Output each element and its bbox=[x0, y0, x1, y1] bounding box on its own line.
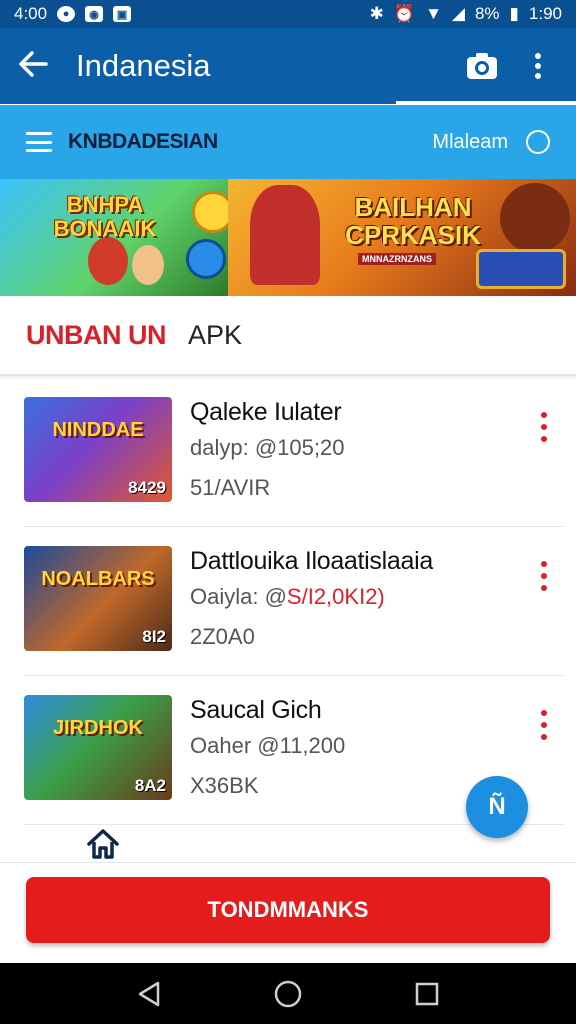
thumbnail-title: NOALBARS bbox=[41, 568, 155, 590]
primary-action-button[interactable]: TONDMMANKS bbox=[26, 877, 550, 943]
app-thumbnail[interactable]: JIRDHOK 8A2 bbox=[24, 695, 172, 800]
app-thumbnail[interactable]: NINDDAE 8429 bbox=[24, 397, 172, 502]
more-vert-dot bbox=[541, 573, 547, 579]
notification-icon: ● bbox=[57, 6, 76, 22]
thumbnail-badge: 8429 bbox=[128, 478, 166, 497]
hamburger-line bbox=[26, 140, 52, 144]
overflow-menu-button[interactable] bbox=[518, 46, 558, 86]
thumbnail-title: JIRDHOK bbox=[52, 717, 143, 739]
status-time-left: 4:00 bbox=[14, 4, 48, 23]
system-nav-bar bbox=[0, 963, 576, 1024]
back-button[interactable] bbox=[18, 49, 62, 83]
status-bar: 4:00 ● ◉ ▣ ✱ ⏰ ▼ ◢ 8% ▮ 1:90 bbox=[0, 0, 576, 28]
nav-recents-icon[interactable] bbox=[414, 981, 440, 1007]
app-meta: Oaher @11,200 bbox=[190, 733, 345, 759]
list-item[interactable]: NINDDAE 8429 Qaleke Iulater dalyp: @105;… bbox=[24, 378, 564, 527]
app-meta-text: Oaiyla: @ bbox=[190, 584, 287, 609]
wifi-icon: ▼ bbox=[425, 4, 442, 23]
more-vert-dot bbox=[541, 561, 547, 567]
banner-left-title: BNHPA BONAAIK bbox=[53, 192, 157, 241]
battery-percent: 8% bbox=[474, 4, 500, 23]
app-name[interactable]: Dattlouika Iloaatislaaia bbox=[190, 547, 433, 576]
more-vert-dot bbox=[541, 710, 547, 716]
app-thumbnail[interactable]: NOALBARS 8I2 bbox=[24, 546, 172, 651]
item-more-button[interactable] bbox=[540, 710, 548, 740]
banner-right[interactable]: BAILHAN CPRKASIK MNNAZRNZANS bbox=[228, 179, 576, 296]
hamburger-line bbox=[26, 132, 52, 135]
item-more-button[interactable] bbox=[540, 561, 548, 591]
banner-right-title: BAILHAN CPRKASIK bbox=[345, 192, 481, 250]
status-left: 4:00 ● ◉ ▣ bbox=[14, 4, 132, 24]
status-right: ✱ ⏰ ▼ ◢ 8% ▮ 1:90 bbox=[370, 4, 562, 24]
app-size: 51/AVIR bbox=[190, 475, 271, 500]
blue-orb-icon bbox=[186, 239, 226, 279]
banner-right-subtitle: MNNAZRNZANS bbox=[358, 253, 436, 265]
section-header: UNBAN UN APK bbox=[0, 296, 576, 376]
alarm-icon: ⏰ bbox=[393, 4, 416, 23]
arrow-left-icon bbox=[19, 51, 48, 77]
app-meta-text: Oaher @11,200 bbox=[190, 733, 346, 758]
warrior-character-icon bbox=[250, 185, 320, 285]
bottom-divider bbox=[0, 862, 576, 863]
app-meta: Oaiyla: @S/I2,0KI2) bbox=[190, 584, 385, 610]
nav-home-icon[interactable] bbox=[273, 979, 303, 1009]
menu-button[interactable] bbox=[26, 132, 52, 152]
hamburger-line bbox=[26, 149, 52, 152]
hero-character-icon bbox=[132, 245, 164, 285]
more-vert-dot bbox=[541, 436, 547, 442]
sub-bar-link[interactable]: Mlaleam bbox=[432, 131, 508, 154]
sub-bar-title: KNBDADESIAN bbox=[68, 130, 218, 153]
image-notification-icon: ▣ bbox=[113, 6, 132, 22]
thumbnail-title: NINDDAE bbox=[52, 419, 144, 441]
floating-action-button[interactable]: Ñ bbox=[466, 776, 528, 838]
item-more-button[interactable] bbox=[540, 412, 548, 442]
bluetooth-icon: ✱ bbox=[369, 4, 384, 23]
app-name[interactable]: Qaleke Iulater bbox=[190, 398, 342, 427]
app-meta: dalyp: @105;20 bbox=[190, 435, 344, 461]
more-vert-dot bbox=[541, 585, 547, 591]
nav-back-icon[interactable] bbox=[136, 980, 162, 1008]
signal-icon: ◢ bbox=[451, 4, 465, 23]
fab-label: Ñ bbox=[488, 793, 506, 820]
app-name[interactable]: Saucal Gich bbox=[190, 696, 322, 725]
camera-icon bbox=[467, 53, 497, 79]
more-vert-dot bbox=[541, 424, 547, 430]
hero-character-icon bbox=[88, 237, 128, 285]
section-accent-title: UNBAN UN bbox=[26, 319, 167, 350]
app-meta-highlight: S/I2,0KI2) bbox=[286, 584, 385, 609]
thumbnail-badge: 8A2 bbox=[134, 776, 166, 795]
thumbnail-badge: 8I2 bbox=[142, 627, 166, 646]
app-size: X36BK bbox=[190, 773, 259, 798]
more-vert-dot bbox=[541, 412, 547, 418]
list-item[interactable]: NOALBARS 8I2 Dattlouika Iloaatislaaia Oa… bbox=[24, 527, 564, 676]
banner-left[interactable]: BNHPA BONAAIK bbox=[0, 179, 234, 296]
sub-bar: KNBDADESIAN Mlaleam bbox=[0, 105, 576, 179]
page-title: Indanesia bbox=[76, 48, 211, 83]
camera-button[interactable] bbox=[462, 46, 502, 86]
circle-icon[interactable] bbox=[526, 130, 550, 154]
section-label: APK bbox=[188, 319, 243, 350]
promo-banner[interactable]: BNHPA BONAAIK BAILHAN CPRKASIK MNNAZRNZA… bbox=[0, 179, 576, 296]
app-bar: Indanesia bbox=[0, 28, 576, 104]
battery-icon: ▮ bbox=[509, 4, 519, 23]
warrior-character-icon bbox=[500, 183, 570, 253]
home-icon bbox=[87, 829, 119, 859]
more-vert-icon bbox=[535, 53, 541, 79]
app-list: NINDDAE 8429 Qaleke Iulater dalyp: @105;… bbox=[0, 378, 576, 825]
more-vert-dot bbox=[541, 722, 547, 728]
app-size: 2Z0A0 bbox=[190, 624, 255, 649]
treasure-chest-icon bbox=[476, 249, 566, 289]
more-vert-dot bbox=[541, 734, 547, 740]
camera-notification-icon: ◉ bbox=[85, 6, 104, 22]
home-button[interactable] bbox=[86, 828, 120, 860]
app-meta-text: dalyp: @105;20 bbox=[190, 435, 345, 460]
status-time-right: 1:90 bbox=[528, 4, 562, 23]
